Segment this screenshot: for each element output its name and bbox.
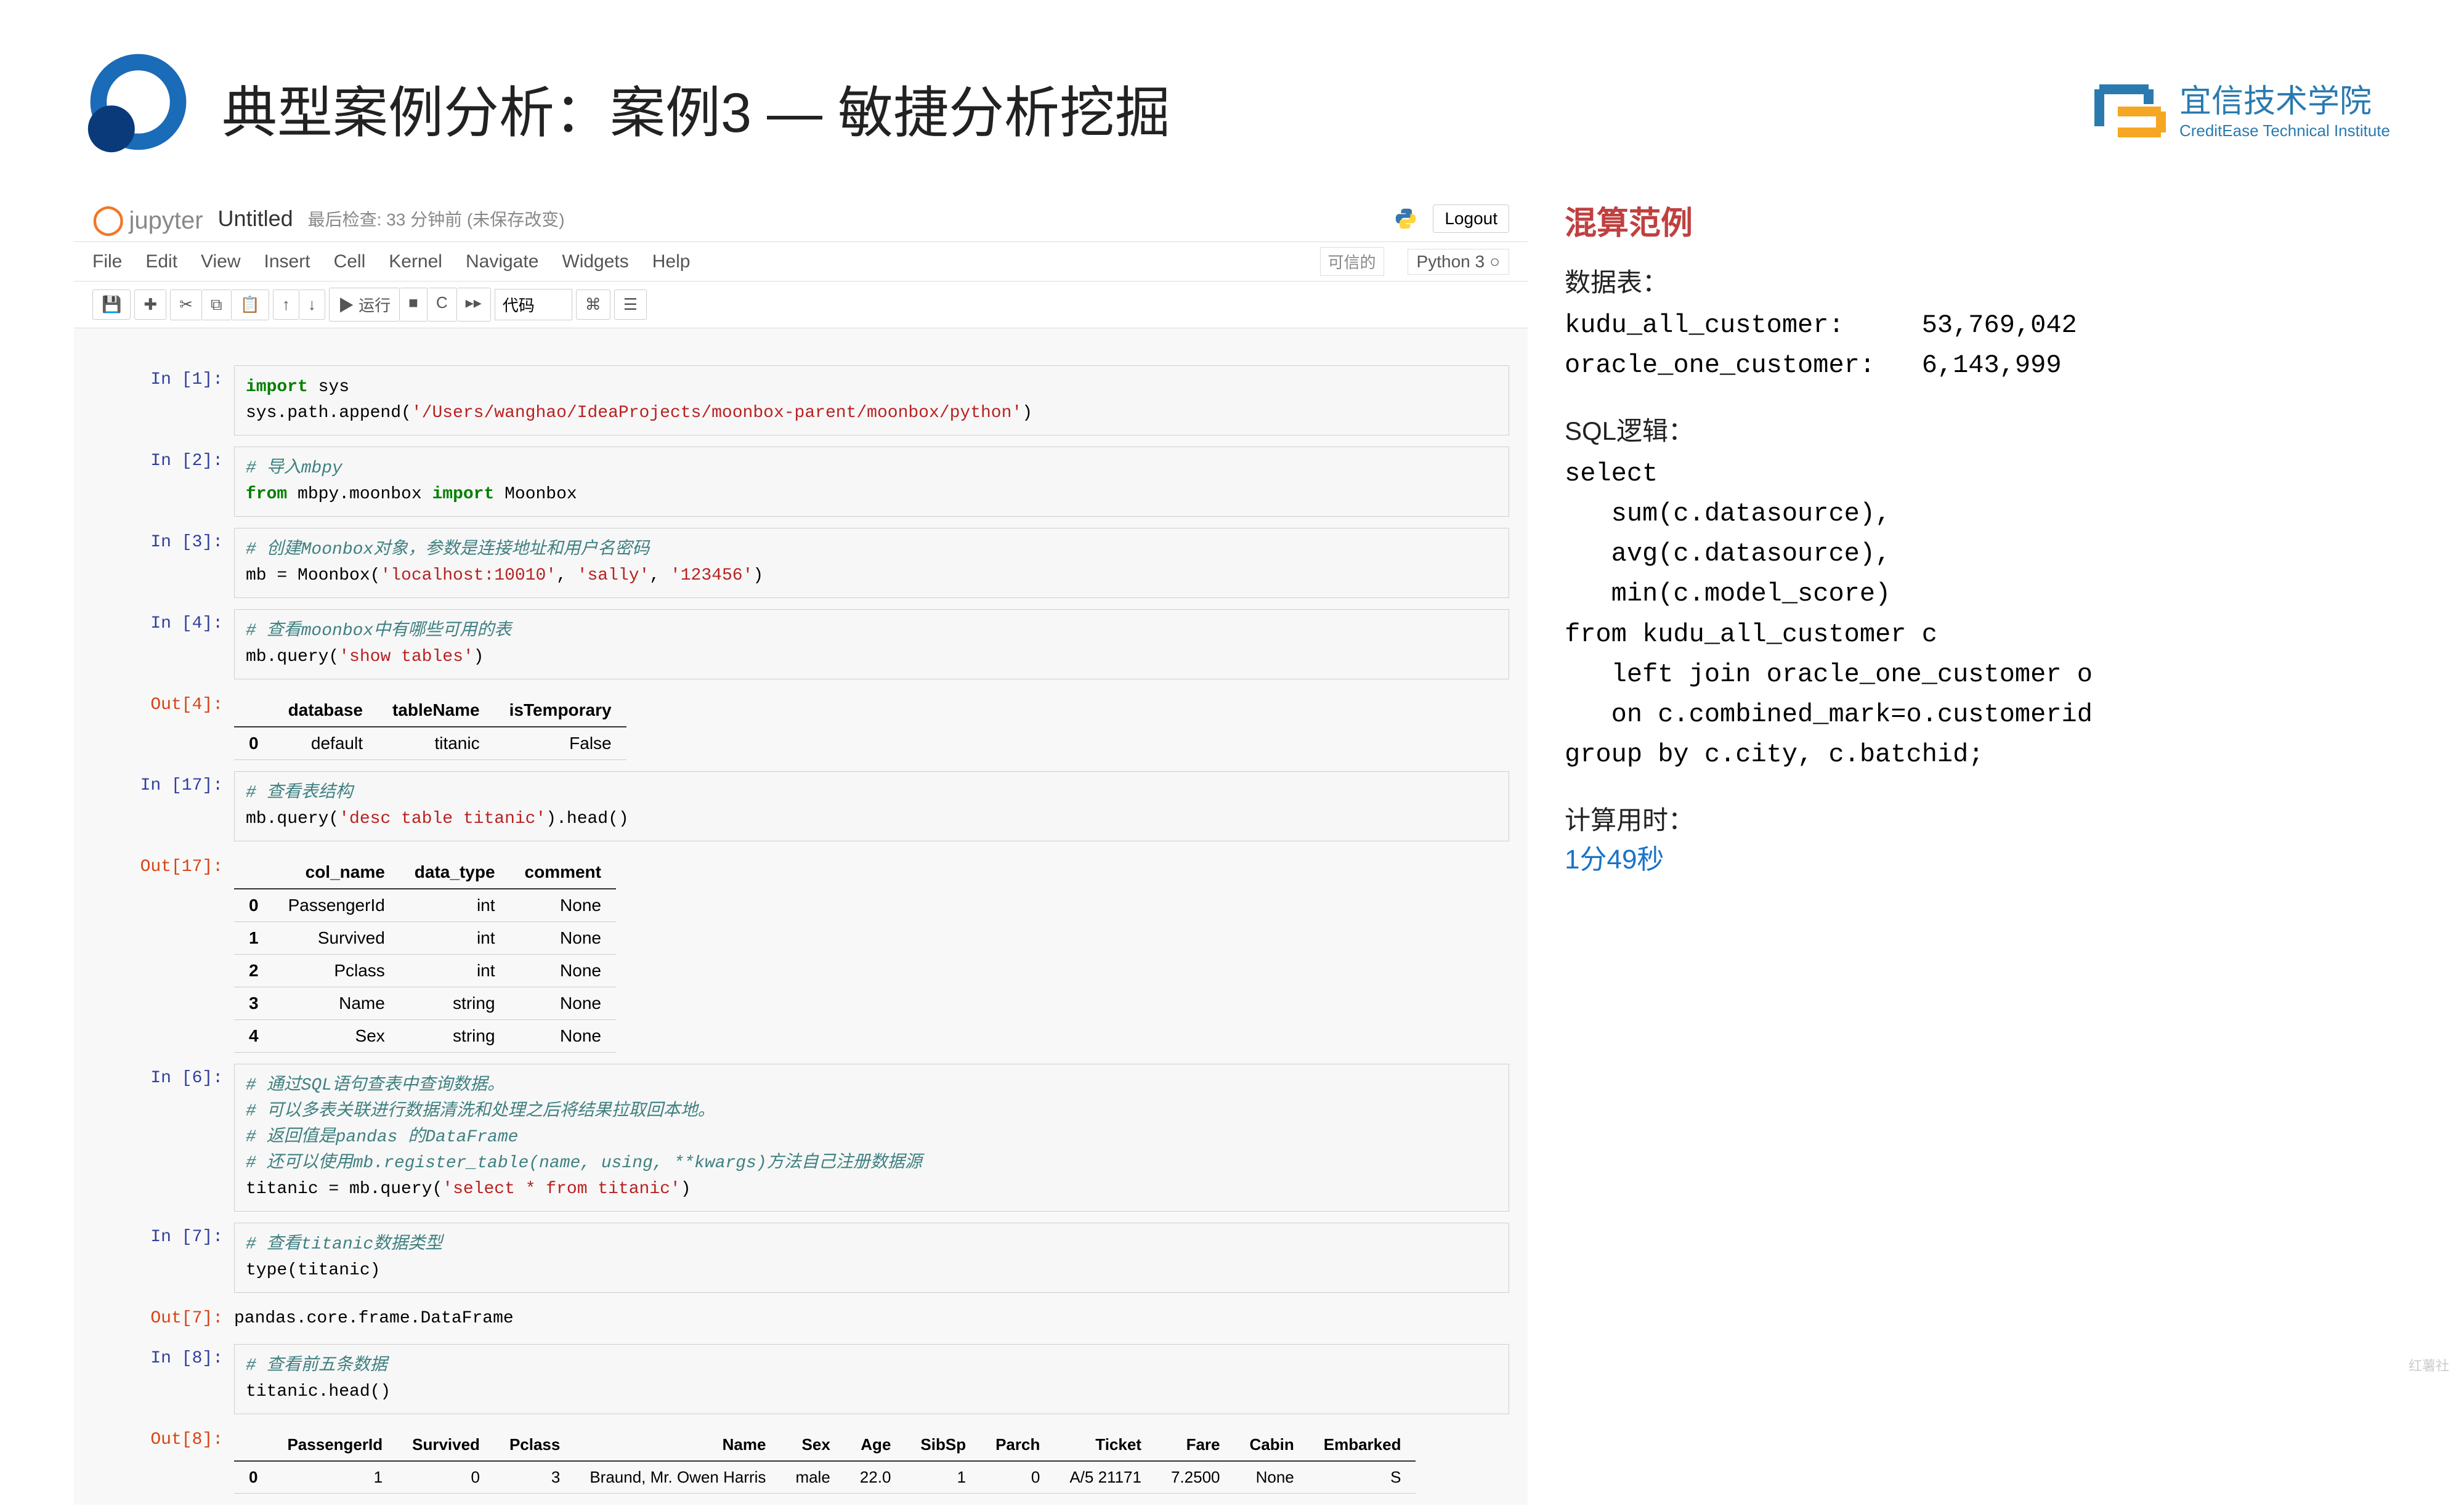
table-row: 0defaulttitanicFalse <box>234 727 626 760</box>
code-input[interactable]: # 查看表结构 mb.query('desc table titanic').h… <box>234 771 1509 841</box>
cell-toolbar-button[interactable]: ☰ <box>614 289 647 320</box>
code-input[interactable]: # 通过SQL语句查表中查询数据。 # 可以多表关联进行数据清洗和处理之后将结果… <box>234 1064 1509 1212</box>
table-row: 0103Braund, Mr. Owen Harrismale22.010A/5… <box>234 1461 1416 1494</box>
menu-edit[interactable]: Edit <box>145 251 177 272</box>
code-input[interactable]: # 导入mbpy from mbpy.moonbox import Moonbo… <box>234 447 1509 517</box>
code-cell[interactable]: In [4]: # 查看moonbox中有哪些可用的表 mb.query('sh… <box>111 609 1509 679</box>
toolbar: 💾 ✚ ✂ ⧉ 📋 ↑ ↓ ▶ 运行 ■ C ▸▸ 代码 ⌘ <box>74 281 1528 328</box>
prompt-out: Out[8]: <box>111 1425 234 1494</box>
copy-button[interactable]: ⧉ <box>202 289 232 320</box>
brand-name-en: CreditEase Technical Institute <box>2179 121 2390 140</box>
prompt-out: Out[17]: <box>111 852 234 1053</box>
checkpoint-text: 最后检查: 33 分钟前 (未保存改变) <box>308 206 565 231</box>
command-palette-button[interactable]: ⌘ <box>576 289 610 320</box>
logout-button[interactable]: Logout <box>1433 204 1509 233</box>
jupyter-notebook: ◯jupyter Untitled 最后检查: 33 分钟前 (未保存改变) L… <box>74 191 1528 1505</box>
jupyter-logo: ◯jupyter <box>92 202 203 235</box>
menu-navigate[interactable]: Navigate <box>466 251 538 272</box>
output-cell: Out[17]: col_namedata_typecomment 0Passe… <box>111 852 1509 1053</box>
code-cell[interactable]: In [17]: # 查看表结构 mb.query('desc table ti… <box>111 771 1509 841</box>
table-row: 1SurvivedintNone <box>234 922 616 955</box>
prompt-out: Out[7]: <box>111 1304 234 1333</box>
prompt-in: In [17]: <box>111 771 234 841</box>
jupyter-header: ◯jupyter Untitled 最后检查: 33 分钟前 (未保存改变) L… <box>74 191 1528 242</box>
prompt-in: In [3]: <box>111 528 234 598</box>
table-row: 0PassengerIdintNone <box>234 889 616 922</box>
brand-name-cn: 宜信技术学院 <box>2179 75 2390 121</box>
save-button[interactable]: 💾 <box>92 289 131 320</box>
prompt-in: In [1]: <box>111 365 234 435</box>
table-row: 2PclassintNone <box>234 955 616 987</box>
prompt-out: Out[4]: <box>111 690 234 760</box>
prompt-in: In [7]: <box>111 1223 234 1293</box>
code-input[interactable]: # 查看moonbox中有哪些可用的表 mb.query('show table… <box>234 609 1509 679</box>
menu-kernel[interactable]: Kernel <box>389 251 442 272</box>
info-heading: 混算范例 <box>1565 197 2390 243</box>
output-cell: Out[8]: PassengerIdSurvivedPclassNameSex… <box>111 1425 1509 1494</box>
code-cell[interactable]: In [7]: # 查看titanic数据类型 type(titanic) <box>111 1223 1509 1293</box>
output-table: PassengerIdSurvivedPclassNameSexAgeSibSp… <box>234 1429 1416 1494</box>
code-input[interactable]: # 查看前五条数据 titanic.head() <box>234 1344 1509 1414</box>
notebook-title[interactable]: Untitled <box>218 206 293 232</box>
slide-header: 典型案例分析：案例3 — 敏捷分析挖掘 宜信技术学院 CreditEase Te… <box>0 0 2464 191</box>
table-row: 4SexstringNone <box>234 1020 616 1053</box>
celltype-select[interactable]: 代码 <box>495 289 572 320</box>
time-label: 计算用时： <box>1565 800 2390 837</box>
code-cell[interactable]: In [3]: # 创建Moonbox对象，参数是连接地址和用户名密码 mb =… <box>111 528 1509 598</box>
tables-label: 数据表： <box>1565 262 2390 299</box>
brand-icon <box>2093 77 2167 139</box>
menu-cell[interactable]: Cell <box>334 251 366 272</box>
run-button[interactable]: ▶ 运行 <box>329 288 400 322</box>
code-cell[interactable]: In [8]: # 查看前五条数据 titanic.head() <box>111 1344 1509 1414</box>
brand-logo: 宜信技术学院 CreditEase Technical Institute <box>2093 75 2390 140</box>
prompt-in: In [8]: <box>111 1344 234 1414</box>
code-cell[interactable]: In [2]: # 导入mbpy from mbpy.moonbox impor… <box>111 447 1509 517</box>
notebook-body: In [1]: import sys sys.path.append('/Use… <box>74 328 1528 1494</box>
code-cell[interactable]: In [6]: # 通过SQL语句查表中查询数据。 # 可以多表关联进行数据清洗… <box>111 1064 1509 1212</box>
menu-insert[interactable]: Insert <box>264 251 310 272</box>
prompt-in: In [6]: <box>111 1064 234 1212</box>
output-cell: Out[4]: databasetableNameisTemporary 0de… <box>111 690 1509 760</box>
tables-block: kudu_all_customer: 53,769,042 oracle_one… <box>1565 306 2390 386</box>
sql-block: select sum(c.datasource), avg(c.datasour… <box>1565 454 2390 775</box>
code-input[interactable]: # 查看titanic数据类型 type(titanic) <box>234 1223 1509 1293</box>
run-all-button[interactable]: ▸▸ <box>457 288 491 322</box>
slide-title: 典型案例分析：案例3 — 敏捷分析挖掘 <box>222 68 2093 148</box>
menu-help[interactable]: Help <box>652 251 691 272</box>
menu-bar: File Edit View Insert Cell Kernel Naviga… <box>74 242 1528 281</box>
move-up-button[interactable]: ↑ <box>273 289 299 320</box>
add-cell-button[interactable]: ✚ <box>134 289 166 320</box>
watermark: 红薯社 <box>2409 1355 2449 1375</box>
trusted-indicator[interactable]: 可信的 <box>1320 247 1384 276</box>
code-input[interactable]: import sys sys.path.append('/Users/wangh… <box>234 365 1509 435</box>
menu-view[interactable]: View <box>201 251 240 272</box>
prompt-in: In [4]: <box>111 609 234 679</box>
logo-icon <box>74 49 191 166</box>
code-input[interactable]: # 创建Moonbox对象，参数是连接地址和用户名密码 mb = Moonbox… <box>234 528 1509 598</box>
output-text: pandas.core.frame.DataFrame <box>234 1304 1509 1333</box>
table-row: 3NamestringNone <box>234 987 616 1020</box>
menu-widgets[interactable]: Widgets <box>562 251 628 272</box>
output-cell: Out[7]: pandas.core.frame.DataFrame <box>111 1304 1509 1333</box>
python-icon <box>1393 206 1418 231</box>
info-panel: 混算范例 数据表： kudu_all_customer: 53,769,042 … <box>1565 191 2390 1505</box>
prompt-in: In [2]: <box>111 447 234 517</box>
move-down-button[interactable]: ↓ <box>299 289 325 320</box>
output-table: databasetableNameisTemporary 0defaulttit… <box>234 694 626 760</box>
stop-button[interactable]: ■ <box>400 288 428 322</box>
cut-button[interactable]: ✂ <box>170 289 202 320</box>
code-cell[interactable]: In [1]: import sys sys.path.append('/Use… <box>111 365 1509 435</box>
output-table: col_namedata_typecomment 0PassengerIdint… <box>234 856 616 1053</box>
kernel-indicator[interactable]: Python 3 ○ <box>1408 249 1509 275</box>
time-value: 1分49秒 <box>1565 837 2390 876</box>
paste-button[interactable]: 📋 <box>232 289 269 320</box>
sql-label: SQL逻辑： <box>1565 410 2390 448</box>
restart-button[interactable]: C <box>428 288 457 322</box>
menu-file[interactable]: File <box>92 251 122 272</box>
